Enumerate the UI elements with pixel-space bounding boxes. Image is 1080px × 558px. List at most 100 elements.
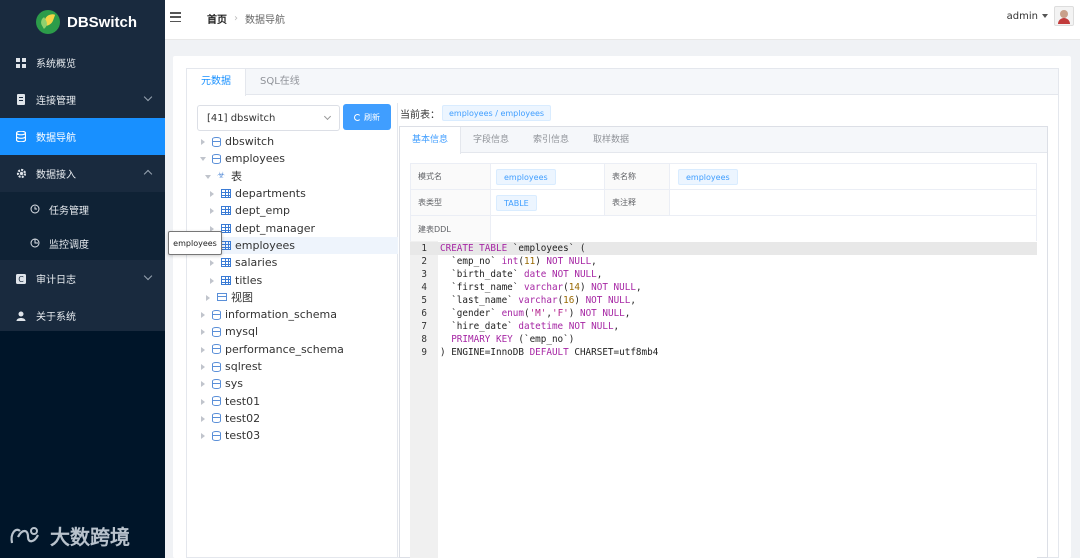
connection-select-value: [41] dbswitch [207, 112, 276, 124]
database-icon [212, 309, 221, 320]
connection-select[interactable]: [41] dbswitch [197, 105, 340, 131]
expand-icon[interactable] [201, 381, 206, 388]
database-icon [212, 430, 221, 441]
expand-icon[interactable] [201, 329, 206, 336]
logo-icon [36, 10, 60, 34]
tree-node-dbswitch[interactable]: dbswitch [195, 133, 398, 150]
tab-basic-info[interactable]: 基本信息 [400, 127, 462, 154]
table-icon [221, 240, 231, 250]
expand-icon[interactable] [210, 208, 215, 215]
code-line: 3 `birth_date` date NOT NULL, [421, 269, 603, 280]
sidebar-item-monitoring[interactable]: 监控调度 [0, 226, 165, 260]
tree-node-employees-schema[interactable]: employees [195, 150, 398, 167]
refresh-button[interactable]: 刷新 [343, 104, 391, 130]
tree-node-sqlrest[interactable]: sqlrest [195, 358, 398, 375]
expand-icon[interactable] [201, 364, 206, 370]
tree-node-titles[interactable]: titles [195, 271, 398, 288]
tree-node-label: 视图 [231, 291, 253, 305]
basic-info-table: 模式名 employees 表名称 employees 表类型 TABLE 表注… [410, 163, 1037, 243]
tree-node-label: sqlrest [225, 360, 262, 373]
collapse-icon[interactable] [200, 156, 206, 162]
expand-icon[interactable] [201, 433, 206, 440]
expand-icon[interactable] [201, 398, 206, 405]
expand-icon[interactable] [201, 346, 206, 353]
ddl-code-editor[interactable]: 1 CREATE TABLE `employees` ( 2 `emp_no` i… [410, 241, 1037, 558]
tree-node-label: test01 [225, 394, 261, 408]
sidebar: DBSwitch 系统概览 连接管理 数据导航 数据接入 任务管理 监控调度 C… [0, 0, 165, 558]
sidebar-item-audit-log[interactable]: C 审计日志 [0, 260, 165, 297]
tree-node-employees-table[interactable]: employees [195, 236, 398, 255]
tree-node-departments[interactable]: departments [195, 185, 398, 202]
user-menu[interactable]: admin [1007, 6, 1074, 26]
tree-node-test03[interactable]: test03 [195, 427, 398, 444]
tree-node-label: performance_schema [225, 342, 344, 356]
database-icon [212, 361, 221, 372]
sidebar-item-label: 连接管理 [36, 96, 76, 107]
table-detail-panel: 当前表： employees / employees 基本信息 字段信息 索引信… [399, 103, 1060, 558]
sidebar-item-about[interactable]: 关于系统 [0, 297, 165, 334]
schema-tree: dbswitch employees ☣ 表 departments dept_e… [195, 133, 398, 444]
task-icon [29, 203, 41, 215]
watermark-text: 大数跨境 [50, 525, 130, 549]
breadcrumb-home[interactable]: 首页 [207, 11, 227, 26]
sidebar-item-connections[interactable]: 连接管理 [0, 81, 165, 118]
sidebar-item-overview[interactable]: 系统概览 [0, 44, 165, 81]
sidebar-menu: DBSwitch 系统概览 连接管理 数据导航 数据接入 任务管理 监控调度 C… [0, 0, 165, 331]
sidebar-item-task-management[interactable]: 任务管理 [0, 192, 165, 226]
tree-node-performance-schema[interactable]: performance_schema [195, 341, 398, 358]
audit-icon: C [15, 273, 27, 285]
detail-tabs: 基本信息 字段信息 索引信息 取样数据 模式名 employees 表名称 em… [399, 126, 1048, 558]
main-card: 元数据 SQL在线 [41] dbswitch 刷新 dbswitch empl… [173, 56, 1071, 558]
tab-metadata[interactable]: 元数据 [187, 69, 246, 96]
expand-icon[interactable] [201, 415, 206, 422]
avatar[interactable] [1054, 6, 1074, 26]
svg-text:C: C [18, 275, 24, 284]
caret-down-icon[interactable] [1042, 14, 1048, 18]
tab-indexes[interactable]: 索引信息 [521, 127, 581, 153]
database-icon [212, 378, 221, 389]
code-text: `hire_date` datetime NOT NULL, [440, 321, 620, 332]
expand-icon[interactable] [201, 312, 206, 319]
code-line: 2 `emp_no` int(11) NOT NULL, [421, 256, 597, 267]
info-row: 建表DDL [411, 216, 1036, 242]
tree-node-test01[interactable]: test01 [195, 392, 398, 409]
user-name[interactable]: admin [1007, 11, 1038, 22]
expand-icon[interactable] [210, 225, 215, 232]
tree-node-information-schema[interactable]: information_schema [195, 306, 398, 323]
sidebar-item-label: 数据导航 [36, 133, 76, 144]
tree-node-label: test02 [225, 411, 261, 425]
collapse-icon[interactable] [205, 174, 211, 179]
table-type-value-cell: TABLE [491, 190, 605, 215]
breadcrumb-separator: › [234, 13, 238, 24]
tree-node-views[interactable]: 视图 [195, 289, 398, 306]
tree-node-dept-manager[interactable]: dept_manager [195, 219, 398, 236]
user-icon [15, 310, 27, 322]
sidebar-item-label: 审计日志 [36, 275, 76, 286]
expand-icon[interactable] [210, 260, 215, 267]
tree-node-salaries[interactable]: salaries [195, 254, 398, 271]
tree-node-dept-emp[interactable]: dept_emp [195, 202, 398, 219]
expand-icon[interactable] [201, 139, 206, 146]
expand-icon[interactable] [206, 294, 211, 301]
current-table-tag: employees / employees [442, 105, 552, 121]
code-line: 7 `hire_date` datetime NOT NULL, [421, 321, 620, 332]
tree-node-sys[interactable]: sys [195, 375, 398, 392]
ddl-label: 建表DDL [411, 216, 491, 242]
tree-node-tables[interactable]: ☣ 表 [195, 168, 398, 185]
tab-sample-data[interactable]: 取样数据 [581, 127, 641, 153]
menu-toggle-icon[interactable] [170, 12, 181, 22]
expand-icon[interactable] [210, 191, 215, 198]
tree-node-label: dept_manager [235, 221, 315, 235]
tree-node-label: sys [225, 377, 243, 391]
expand-icon[interactable] [210, 277, 215, 284]
dashboard-icon [15, 57, 27, 69]
tree-node-mysql[interactable]: mysql [195, 323, 398, 340]
tab-fields[interactable]: 字段信息 [461, 127, 521, 153]
tab-sql-online[interactable]: SQL在线 [246, 69, 314, 95]
tree-node-label: 表 [231, 170, 242, 184]
sidebar-item-data-navigation[interactable]: 数据导航 [0, 118, 165, 155]
code-text: `first_name` varchar(14) NOT NULL, [440, 282, 642, 293]
code-text: PRIMARY KEY (`emp_no`) [451, 334, 575, 345]
sidebar-item-data-access[interactable]: 数据接入 [0, 155, 165, 192]
tree-node-test02[interactable]: test02 [195, 410, 398, 427]
